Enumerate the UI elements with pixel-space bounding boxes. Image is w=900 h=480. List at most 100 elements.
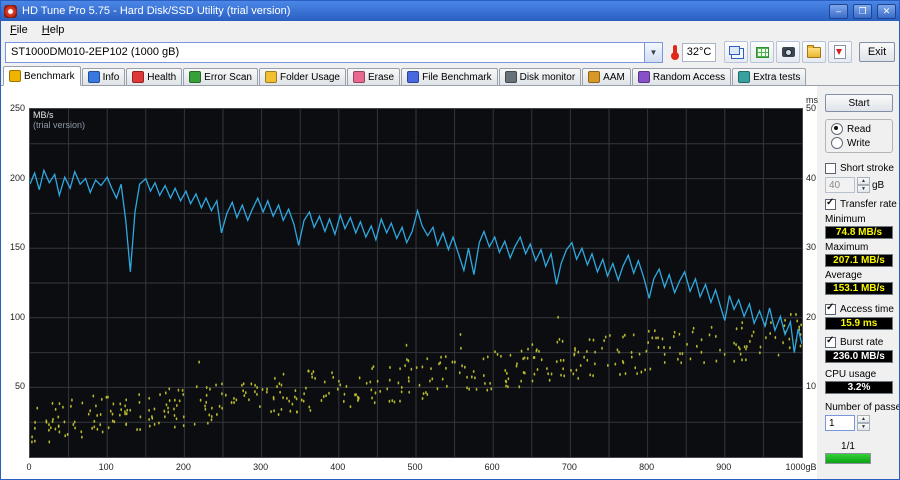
maximum-value: 207.1 MB/s (825, 254, 893, 267)
maximize-button[interactable] (853, 3, 872, 19)
thermometer-icon (671, 45, 679, 60)
cpu-usage-label: CPU usage (825, 369, 877, 380)
export-arrow-icon (834, 45, 846, 59)
x-axis-tick: 800 (639, 462, 655, 472)
x-axis-tick: 400 (330, 462, 346, 472)
passes-input[interactable] (825, 415, 855, 431)
window-title: HD Tune Pro 5.75 - Hard Disk/SSD Utility… (22, 5, 291, 17)
chevron-down-icon[interactable]: ▼ (644, 42, 662, 62)
x-axis-tick: 100 (98, 462, 114, 472)
transfer-rate-label: Transfer rate (840, 198, 897, 210)
stepper-down-icon[interactable]: ▼ (857, 423, 870, 431)
temperature-readout: 32°C (682, 42, 716, 62)
short-stroke-label: Short stroke (840, 162, 894, 174)
stepper-up-icon[interactable]: ▲ (857, 177, 870, 185)
minimize-button[interactable] (829, 3, 848, 19)
tab-label: AAM (603, 71, 625, 83)
mode-group: Read Write (825, 119, 893, 153)
cpu-usage-value: 3.2% (825, 381, 893, 394)
passes-stepper[interactable]: ▲ ▼ (857, 415, 870, 431)
access-time-checkbox-row[interactable]: Access time (825, 302, 894, 316)
burst-rate-label: Burst rate (840, 336, 884, 348)
tab-erase[interactable]: Erase (347, 68, 401, 85)
y-axis-unit: MB/s (33, 110, 54, 120)
benchmark-plot: MB/s (trial version) (29, 108, 803, 458)
x-axis-tick: 200 (175, 462, 191, 472)
exit-button[interactable]: Exit (859, 42, 895, 62)
copy-windows-icon (729, 46, 740, 55)
stepper-down-icon[interactable]: ▼ (857, 185, 870, 193)
benchmark-control-panel: Start ReadWrite Short stroke ▲▼ gB Trans… (817, 86, 900, 479)
x-axis-tick: 300 (253, 462, 269, 472)
short-stroke-unit: gB (872, 179, 885, 191)
passes-row: ▲▼ (825, 415, 893, 431)
average-value: 153.1 MB/s (825, 282, 893, 295)
transfer-rate-checkbox-row[interactable]: Transfer rate (825, 197, 897, 211)
benchmark-chart-svg (30, 109, 802, 457)
progress-area: 1/1 (825, 441, 871, 464)
close-button[interactable] (877, 3, 896, 19)
burst-rate-checkbox-row[interactable]: Burst rate (825, 335, 893, 349)
chart-area: MB/s (trial version) 250 200 150 100 50 50 40 3… (1, 86, 818, 479)
export-image-button[interactable] (828, 41, 852, 63)
screenshot-button[interactable] (776, 41, 800, 63)
tab-random-access[interactable]: Random Access (631, 68, 732, 85)
short-stroke-size-row: ▲▼ gB (825, 177, 893, 193)
tab-folder-usage[interactable]: Folder Usage (258, 68, 346, 85)
info-icon (87, 71, 100, 83)
drive-select-value: ST1000DM010-2EP102 (1000 gB) (11, 46, 180, 58)
erase-icon (353, 71, 365, 83)
radio-read[interactable]: Read (831, 122, 887, 136)
tab-label: Disk monitor (519, 71, 576, 83)
tab-health[interactable]: Health (126, 68, 183, 85)
random-access-icon (637, 71, 650, 83)
save-results-button[interactable] (802, 41, 826, 63)
app-icon (4, 4, 17, 18)
copy-text-results-button[interactable] (750, 41, 774, 63)
minimum-value: 74.8 MB/s (825, 226, 893, 239)
folder-icon (807, 44, 821, 58)
radio-write[interactable]: Write (831, 136, 887, 150)
stepper-up-icon[interactable]: ▲ (857, 415, 870, 423)
copy-to-clipboard-button[interactable] (724, 41, 748, 63)
passes-label: Number of passes (825, 402, 900, 413)
tab-label: Extra tests (753, 71, 801, 83)
aam-icon (588, 71, 601, 83)
drive-select[interactable]: ST1000DM010-2EP102 (1000 gB) ▼ (5, 41, 663, 63)
short-stroke-checkbox-row[interactable]: Short stroke (825, 161, 894, 175)
tab-info[interactable]: Info (81, 68, 126, 85)
tab-label: File Benchmark (422, 71, 492, 83)
benchmark-gauge-icon (9, 70, 21, 82)
camera-icon (781, 47, 795, 57)
minimum-label: Minimum (825, 214, 866, 225)
tab-bar: Benchmark Info Health Error Scan Folder Usag… (1, 66, 899, 86)
tab-extra-tests[interactable]: Extra tests (732, 68, 807, 85)
short-stroke-stepper[interactable]: ▲ ▼ (857, 177, 870, 193)
pass-counter: 1/1 (841, 441, 855, 452)
menu-help[interactable]: Help (35, 23, 72, 37)
start-button[interactable]: Start (825, 94, 893, 112)
burst-rate-checkbox[interactable] (825, 335, 836, 348)
short-stroke-checkbox[interactable] (825, 162, 836, 174)
app-window: HD Tune Pro 5.75 - Hard Disk/SSD Utility… (0, 0, 900, 480)
x-axis-tick: 700 (561, 462, 577, 472)
tab-aam[interactable]: AAM (582, 68, 631, 85)
tab-label: Random Access (652, 71, 726, 83)
x-axis-end-label: 1000gB (785, 462, 817, 472)
burst-rate-value: 236.0 MB/s (825, 350, 893, 363)
progress-bar (825, 453, 871, 464)
tab-file-benchmark[interactable]: File Benchmark (401, 68, 498, 85)
tab-disk-monitor[interactable]: Disk monitor (498, 68, 582, 85)
menu-bar: File Help (1, 21, 899, 38)
short-stroke-size-input[interactable] (825, 177, 855, 193)
folder-usage-icon (264, 71, 277, 83)
radio-read-icon[interactable] (831, 123, 843, 135)
tab-error-scan[interactable]: Error Scan (183, 68, 258, 85)
transfer-rate-checkbox[interactable] (825, 197, 836, 210)
toolbar: ST1000DM010-2EP102 (1000 gB) ▼ 32°C Exit (1, 38, 899, 66)
menu-file[interactable]: File (3, 23, 35, 37)
radio-label: Read (847, 123, 871, 135)
radio-write-icon[interactable] (831, 137, 843, 149)
access-time-checkbox[interactable] (825, 302, 836, 315)
tab-benchmark[interactable]: Benchmark (3, 66, 81, 86)
